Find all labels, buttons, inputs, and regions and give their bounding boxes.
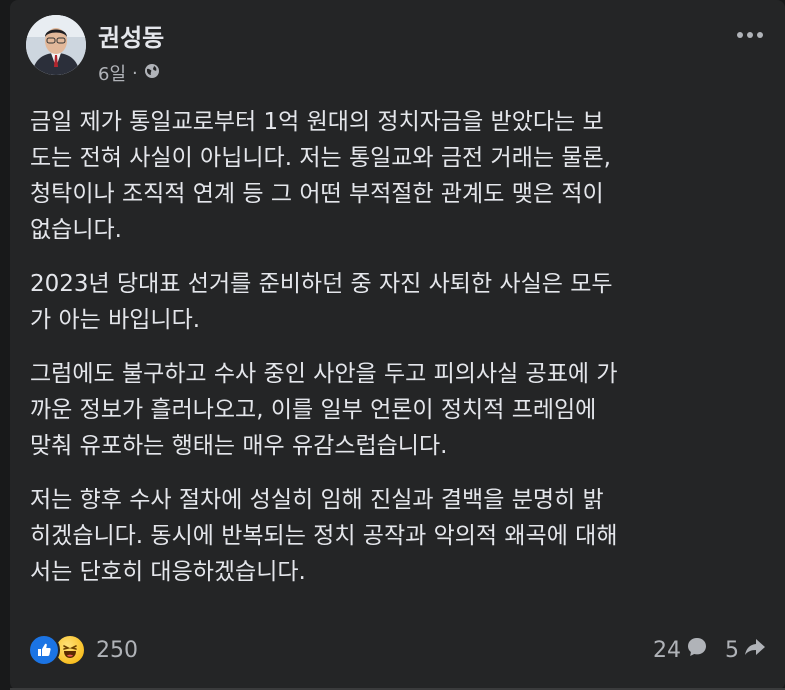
post-meta: 6일 · [98, 60, 160, 86]
reaction-icons [28, 634, 86, 666]
more-dot-icon [757, 32, 763, 38]
more-options-button[interactable] [737, 32, 763, 38]
engagement-stats: 24 5 [653, 635, 767, 665]
more-dot-icon [737, 32, 743, 38]
post-paragraph: 저는 향후 수사 절차에 성실히 임해 진실과 결백을 분명히 밝 히겠습니다.… [30, 487, 618, 585]
post-card: 권성동 6일 · 금일 제가 통일교로부터 1억 원대의 정치자금을 받았다는 … [10, 0, 785, 690]
shares-stat[interactable]: 5 [725, 635, 767, 665]
globe-icon [144, 63, 160, 84]
avatar-photo [26, 15, 86, 75]
share-icon [743, 635, 767, 665]
post-body: 금일 제가 통일교로부터 1억 원대의 정치자금을 받았다는 보 도는 전혀 사… [30, 104, 770, 608]
author-name[interactable]: 권성동 [98, 18, 164, 53]
comments-stat[interactable]: 24 [653, 635, 709, 665]
shares-count: 5 [725, 637, 739, 663]
author-avatar[interactable] [26, 15, 86, 75]
post-time[interactable]: 6일 [98, 60, 126, 86]
reactions-count: 250 [96, 637, 138, 663]
post-footer: 250 24 5 [28, 632, 767, 668]
post-paragraph: 그럼에도 불구하고 수사 중인 사안을 두고 피의사실 공표에 가 까운 정보가… [30, 361, 618, 459]
like-icon [28, 634, 60, 666]
post-paragraph: 금일 제가 통일교로부터 1억 원대의 정치자금을 받았다는 보 도는 전혀 사… [30, 109, 611, 243]
meta-separator: · [132, 62, 138, 84]
post-paragraph: 2023년 당대표 선거를 준비하던 중 자진 사퇴한 사실은 모두 가 아는 … [30, 271, 613, 333]
more-dot-icon [747, 32, 753, 38]
comment-icon [685, 635, 709, 665]
reactions-summary[interactable]: 250 [28, 634, 138, 666]
comments-count: 24 [653, 637, 681, 663]
